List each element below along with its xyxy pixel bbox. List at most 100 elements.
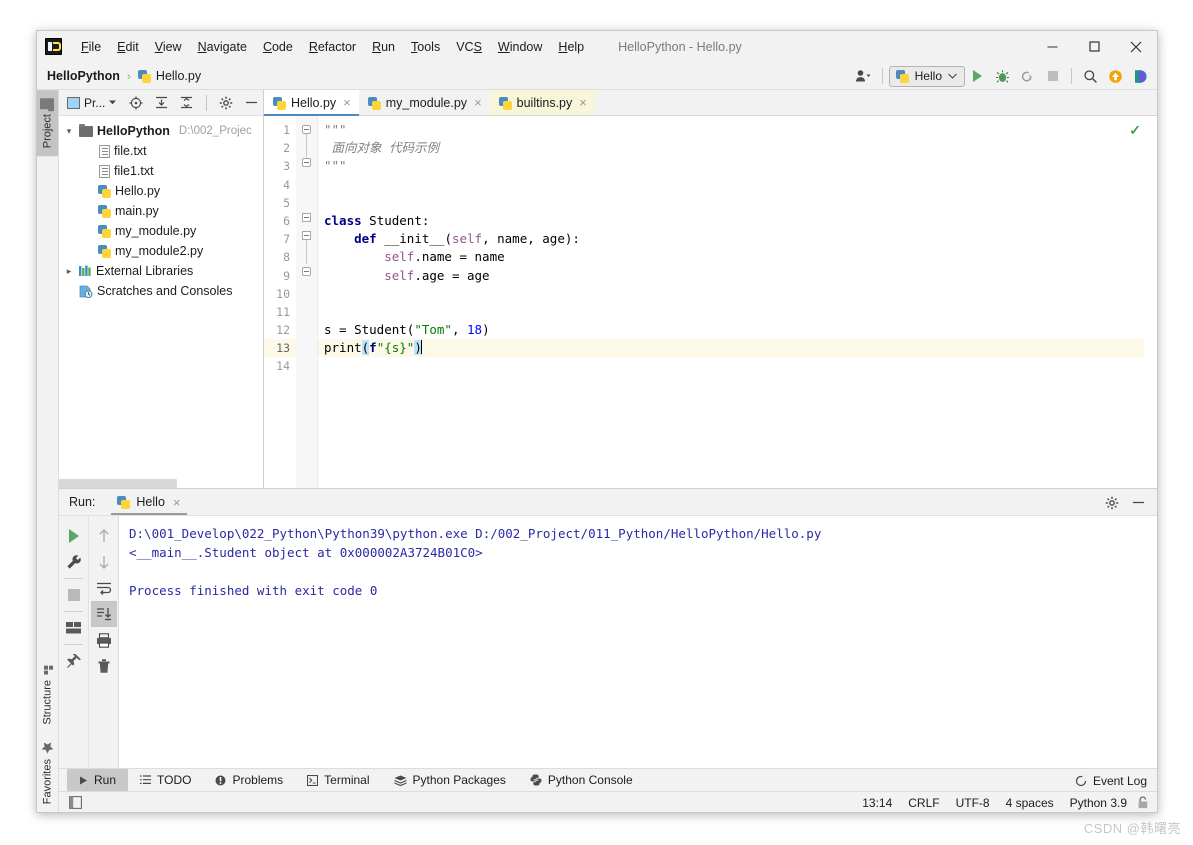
run-button[interactable] xyxy=(965,64,990,88)
tree-row-scratches-and-consoles[interactable]: Scratches and Consoles xyxy=(59,281,263,301)
fold-marker-init[interactable] xyxy=(302,231,311,240)
sidebar-item-project[interactable]: Project xyxy=(37,90,58,157)
pin-tab-button[interactable] xyxy=(61,648,87,674)
fold-marker-method-end[interactable] xyxy=(302,267,311,276)
project-horizontal-scrollbar[interactable] xyxy=(59,475,263,488)
run-configuration-selector[interactable]: Hello xyxy=(888,65,965,87)
menu-refactor[interactable]: Refactor xyxy=(301,37,364,57)
update-project-icon[interactable] xyxy=(1103,64,1128,88)
menu-view[interactable]: View xyxy=(147,37,190,57)
fold-marker-docstring-end[interactable] xyxy=(302,158,311,167)
console-output[interactable]: D:\001_Develop\022_Python\Python39\pytho… xyxy=(119,516,1157,768)
code-editor[interactable]: 1 2 3 4 5 6 7 8 9 10 11 12 13 14 """ 面向对… xyxy=(264,116,1157,488)
datalore-icon[interactable] xyxy=(1128,64,1153,88)
menu-tools[interactable]: Tools xyxy=(403,37,448,57)
up-arrow-button[interactable] xyxy=(91,523,117,549)
tree-row-my-module-py[interactable]: my_module.py xyxy=(59,221,263,241)
indent-size[interactable]: 4 spaces xyxy=(1006,796,1054,810)
tool-window-run[interactable]: Run xyxy=(67,769,129,791)
breadcrumb-project[interactable]: HelloPython xyxy=(47,69,120,83)
run-tab-hello[interactable]: Hello × xyxy=(111,489,187,515)
show-layout-button[interactable] xyxy=(61,615,87,641)
chevron-right-icon[interactable]: ▸ xyxy=(63,266,75,277)
wrench-settings-button[interactable] xyxy=(61,549,87,575)
menu-window[interactable]: Window xyxy=(490,37,550,57)
tree-row-main-py[interactable]: main.py xyxy=(59,201,263,221)
event-log-button[interactable]: Event Log xyxy=(1075,769,1147,792)
tree-row-file1-txt[interactable]: file1.txt xyxy=(59,161,263,181)
debug-button[interactable] xyxy=(990,64,1015,88)
rerun-button[interactable] xyxy=(61,523,87,549)
menu-vcs[interactable]: VCS xyxy=(448,37,490,57)
line-separator[interactable]: CRLF xyxy=(908,796,939,810)
fold-marker-class[interactable] xyxy=(302,213,311,222)
tool-window-terminal[interactable]: Terminal xyxy=(295,769,381,791)
scroll-to-end-button[interactable] xyxy=(90,601,117,627)
tree-row-file-txt[interactable]: file.txt xyxy=(59,141,263,161)
editor-marker-bar[interactable] xyxy=(1144,116,1157,488)
settings-gear-icon[interactable] xyxy=(215,92,238,114)
close-button[interactable] xyxy=(1115,31,1157,62)
menu-run[interactable]: Run xyxy=(364,37,403,57)
sidebar-item-favorites[interactable]: Favorites xyxy=(37,733,58,812)
editor-tab-my-module-py[interactable]: my_module.py × xyxy=(358,90,490,115)
collapse-all-icon[interactable] xyxy=(175,92,198,114)
clear-all-button[interactable] xyxy=(91,653,117,679)
menu-code[interactable]: Code xyxy=(255,37,301,57)
chevron-down-icon[interactable]: ▾ xyxy=(63,126,75,137)
chevron-down-icon xyxy=(109,100,117,105)
menu-navigate[interactable]: Navigate xyxy=(190,37,255,57)
tree-row-hello-py[interactable]: Hello.py xyxy=(59,181,263,201)
settings-gear-icon[interactable] xyxy=(1099,491,1124,515)
menu-help[interactable]: Help xyxy=(550,37,592,57)
close-icon[interactable]: × xyxy=(474,96,482,109)
readonly-lock-icon[interactable] xyxy=(1137,796,1149,809)
tool-window-python-packages[interactable]: Python Packages xyxy=(382,769,518,791)
tree-label: my_module2.py xyxy=(115,244,204,258)
tool-window-label: Terminal xyxy=(324,773,370,787)
soft-wrap-button[interactable] xyxy=(91,575,117,601)
expand-all-icon[interactable] xyxy=(149,92,172,114)
down-arrow-button[interactable] xyxy=(91,549,117,575)
menu-edit[interactable]: Edit xyxy=(109,37,147,57)
code-text[interactable]: """ 面向对象 代码示例 """ class Student: def __i… xyxy=(318,116,1157,488)
console-line-4: Process finished with exit code 0 xyxy=(129,583,378,598)
hide-panel-icon[interactable] xyxy=(1126,491,1151,515)
editor-tab-hello-py[interactable]: Hello.py × xyxy=(264,90,359,116)
search-everywhere-icon[interactable] xyxy=(1078,64,1103,88)
code-folding-gutter[interactable] xyxy=(296,116,318,488)
tool-window-python-console[interactable]: Python Console xyxy=(518,769,645,791)
fold-marker-docstring-start[interactable] xyxy=(302,125,311,134)
python-interpreter[interactable]: Python 3.9 xyxy=(1070,796,1127,810)
run-panel-header-buttons xyxy=(1099,489,1151,516)
code-line-6: class Student: xyxy=(324,212,430,228)
select-opened-file-icon[interactable] xyxy=(124,92,147,114)
close-icon[interactable]: × xyxy=(579,96,587,109)
hide-panel-icon[interactable] xyxy=(240,92,263,114)
menu-file[interactable]: File xyxy=(73,37,109,57)
ok-check-icon[interactable]: ✓ xyxy=(1129,122,1141,139)
toggle-toolwindow-icon[interactable] xyxy=(69,795,82,809)
tree-row-my-module2-py[interactable]: my_module2.py xyxy=(59,241,263,261)
close-icon[interactable]: × xyxy=(173,496,181,509)
scrollbar-thumb[interactable] xyxy=(59,479,177,488)
file-encoding[interactable]: UTF-8 xyxy=(956,796,990,810)
project-view-selector[interactable]: Pr... xyxy=(67,96,117,110)
tree-row-external-libraries[interactable]: ▸ External Libraries xyxy=(59,261,263,281)
breadcrumb-file[interactable]: Hello.py xyxy=(137,69,201,83)
sidebar-item-structure[interactable]: Structure xyxy=(37,656,58,733)
stop-button[interactable] xyxy=(1040,64,1065,88)
tree-row-hellopython[interactable]: ▾ HelloPython D:\002_Projec xyxy=(59,121,263,141)
close-icon[interactable]: × xyxy=(343,96,351,109)
user-account-icon[interactable] xyxy=(851,64,876,88)
caret-position[interactable]: 13:14 xyxy=(862,796,892,810)
run-coverage-button[interactable] xyxy=(1015,64,1040,88)
editor-tab-builtins-py[interactable]: builtins.py × xyxy=(489,90,595,115)
maximize-button[interactable] xyxy=(1073,31,1115,62)
line-number: 12 xyxy=(276,323,290,338)
print-button[interactable] xyxy=(91,627,117,653)
tool-window-problems[interactable]: Problems xyxy=(203,769,295,791)
tool-window-todo[interactable]: TODO xyxy=(128,769,203,791)
minimize-button[interactable] xyxy=(1031,31,1073,62)
stop-button[interactable] xyxy=(61,582,87,608)
